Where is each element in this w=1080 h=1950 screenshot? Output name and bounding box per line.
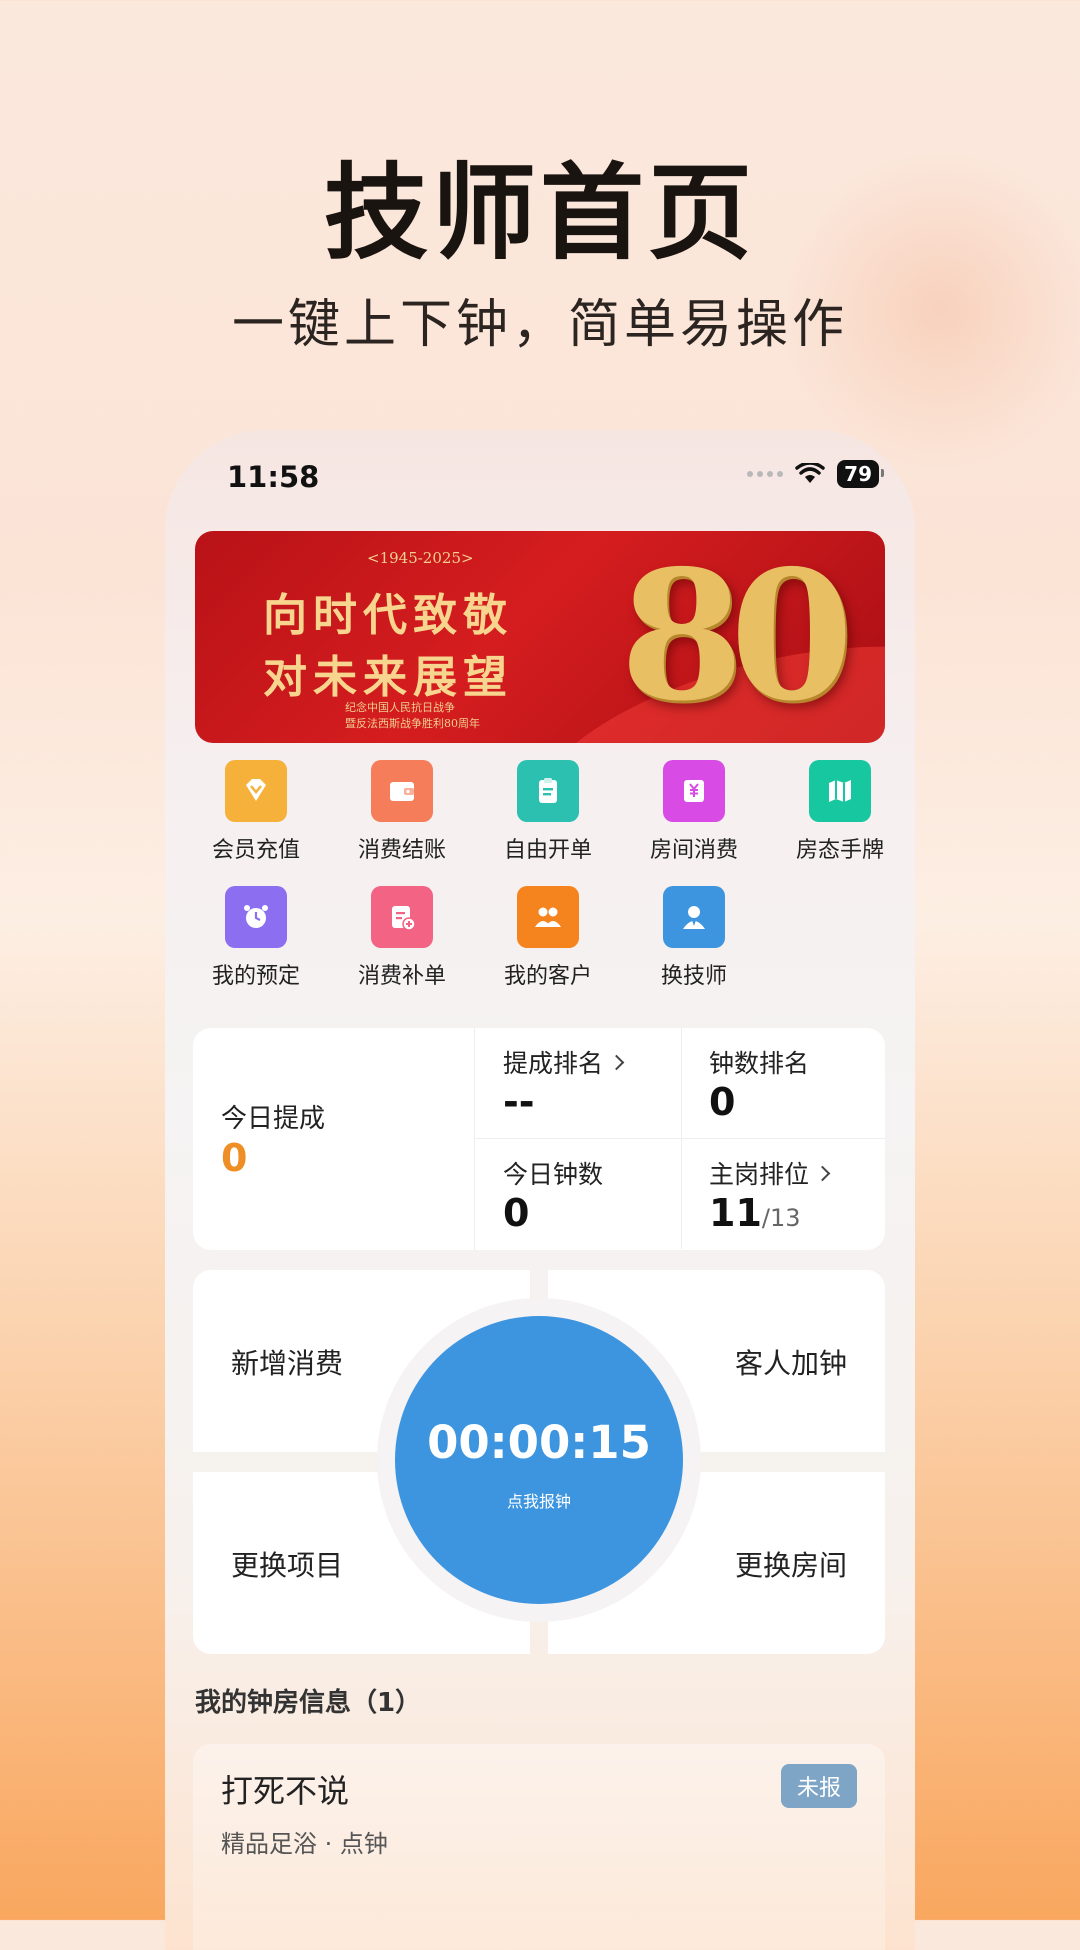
queue-position-value: 11 (709, 1191, 762, 1235)
grid-item-my-customers[interactable]: 我的客户 (475, 886, 621, 990)
queue-position-label-row: 主岗排位 (709, 1155, 831, 1191)
grid-item-label: 会员充值 (211, 838, 300, 863)
timer-hint: 点我报钟 (506, 1492, 571, 1511)
grid-item-my-reservations[interactable]: 我的预定 (183, 886, 329, 990)
add-document-icon (371, 886, 433, 948)
commission-rank[interactable]: 提成排名 -- (475, 1028, 682, 1139)
queue-position[interactable]: 主岗排位 11/13 (681, 1139, 885, 1249)
banner-caption-2: 暨反法西斯战争胜利80周年 (345, 717, 480, 730)
banner-caption-1: 纪念中国人民抗日战争 (345, 701, 455, 714)
grid-item-label: 自由开单 (503, 838, 592, 863)
promo-subtitle: 一键上下钟，简单易操作 (231, 295, 848, 355)
queue-position-total: /13 (761, 1204, 801, 1232)
today-commission[interactable]: 今日提成 0 (193, 1028, 475, 1250)
diamond-icon (225, 760, 287, 822)
banner-line-1: 向时代致敬 (263, 590, 513, 641)
grid-item-supplement-order[interactable]: 消费补单 (329, 886, 475, 990)
clock-rank-label: 钟数排名 (709, 1049, 810, 1078)
room-section-title: 我的钟房信息（1） (195, 1688, 422, 1718)
banner[interactable]: <1945-2025> 向时代致敬 对未来展望 纪念中国人民抗日战争 暨反法西斯… (195, 531, 885, 743)
today-clocks: 今日钟数 0 (475, 1139, 682, 1249)
clock-rank-value: 0 (709, 1080, 736, 1124)
chevron-right-icon (608, 1054, 625, 1070)
cellular-signal-icon (747, 471, 784, 477)
grid-item-label: 房间消费 (649, 838, 738, 863)
today-commission-value: 0 (221, 1136, 248, 1180)
status-icons: 79 (747, 460, 884, 488)
feature-grid: 会员充值 消费结账 自由开单 房间消费 房态手牌 我的预定 消费补单 我的客户 … (183, 760, 913, 990)
wallet-icon (371, 760, 433, 822)
room-service: 精品足浴 · 点钟 (221, 1830, 388, 1858)
grid-item-label: 换技师 (660, 964, 727, 989)
grid-item-label: 消费补单 (357, 964, 446, 989)
grid-item-label: 消费结账 (357, 838, 446, 863)
commission-rank-label-row: 提成排名 (503, 1044, 625, 1080)
grid-item-checkout[interactable]: 消费结账 (329, 760, 475, 864)
today-clocks-value: 0 (503, 1191, 530, 1235)
commission-rank-label: 提成排名 (503, 1049, 604, 1078)
wifi-icon (795, 463, 825, 483)
grid-item-room-consumption[interactable]: 房间消费 (621, 760, 767, 864)
banner-line-2: 对未来展望 (263, 652, 513, 703)
stats-card: 今日提成 0 提成排名 -- 钟数排名 0 今日钟数 0 主岗排位 11/13 (193, 1028, 885, 1250)
clock-action-panel: 新增消费 客人加钟 更换项目 更换房间 00:00:15 点我报钟 (193, 1270, 885, 1654)
chevron-right-icon (814, 1165, 831, 1181)
grid-item-label: 房态手牌 (795, 838, 884, 863)
clipboard-icon (517, 760, 579, 822)
clock-rank: 钟数排名 0 (681, 1028, 885, 1139)
grid-item-label: 我的客户 (503, 964, 592, 989)
commission-rank-value: -- (503, 1080, 535, 1124)
phone-screen: 11:58 79 <1945-2025> 向时代致敬 对未来展望 纪念中国人民抗… (165, 430, 915, 1950)
banner-80-number: 80 (620, 531, 854, 740)
timer-value: 00:00:15 (427, 1416, 651, 1469)
report-clock-button[interactable]: 00:00:15 点我报钟 (395, 1316, 683, 1604)
status-time: 11:58 (227, 460, 320, 494)
queue-position-label: 主岗排位 (709, 1160, 810, 1189)
grid-item-room-status[interactable]: 房态手牌 (767, 760, 913, 864)
battery-icon: 79 (837, 460, 884, 488)
grid-item-change-technician[interactable]: 换技师 (621, 886, 767, 990)
customers-icon (517, 886, 579, 948)
add-clock-label: 客人加钟 (734, 1347, 847, 1380)
queue-position-value-row: 11/13 (709, 1191, 801, 1235)
today-commission-label: 今日提成 (221, 1104, 326, 1134)
promo-title: 技师首页 (323, 152, 756, 274)
alarm-clock-icon (225, 886, 287, 948)
yen-receipt-icon (663, 760, 725, 822)
add-consumption-label: 新增消费 (231, 1347, 344, 1380)
change-item-label: 更换项目 (231, 1549, 344, 1582)
today-clocks-label: 今日钟数 (503, 1160, 604, 1189)
room-card[interactable]: 打死不说 未报 精品足浴 · 点钟 (193, 1744, 885, 1950)
room-name: 打死不说 (221, 1772, 350, 1810)
timer-ring: 00:00:15 点我报钟 (377, 1298, 701, 1622)
banner-year: <1945-2025> (367, 549, 474, 567)
change-room-label: 更换房间 (734, 1549, 847, 1582)
grid-item-label: 我的预定 (211, 964, 300, 989)
map-icon (809, 760, 871, 822)
grid-item-open-order[interactable]: 自由开单 (475, 760, 621, 864)
grid-item-member-recharge[interactable]: 会员充值 (183, 760, 329, 864)
person-icon (663, 886, 725, 948)
status-badge: 未报 (780, 1764, 857, 1808)
